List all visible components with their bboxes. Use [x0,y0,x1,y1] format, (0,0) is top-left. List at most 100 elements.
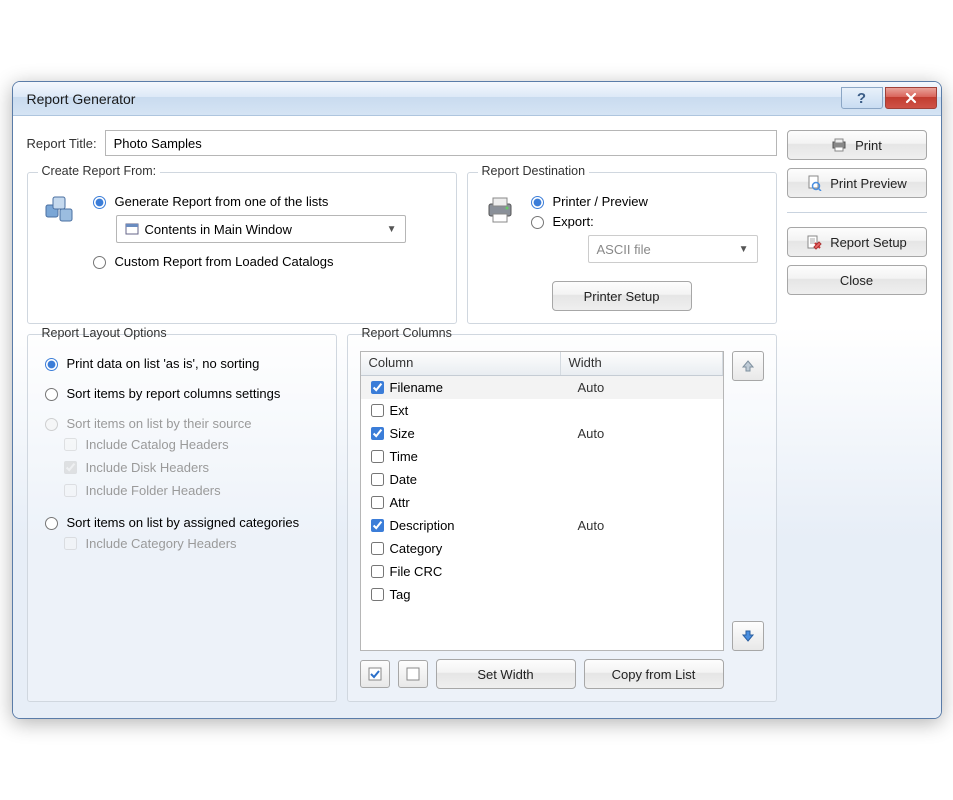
column-name: Description [390,518,578,533]
column-row[interactable]: Time [361,445,723,468]
close-window-button[interactable] [885,87,937,109]
report-destination-group: Report Destination Printer / Preview [467,172,777,324]
column-checkbox[interactable] [371,473,384,486]
column-checkbox[interactable] [371,381,384,394]
column-name: File CRC [390,564,578,579]
generate-from-list-radio[interactable] [93,196,106,209]
column-name: Ext [390,403,578,418]
chevron-down-icon: ▼ [387,224,397,235]
include-category-headers-check[interactable] [64,537,77,550]
column-row[interactable]: SizeAuto [361,422,723,445]
printer-preview-label: Printer / Preview [553,194,648,209]
separator [787,212,927,213]
custom-report-radio[interactable] [93,256,106,269]
report-title-input[interactable] [105,130,777,156]
column-checkbox[interactable] [371,404,384,417]
sort-by-source-radio[interactable] [45,418,58,431]
column-checkbox[interactable] [371,519,384,532]
custom-report-label: Custom Report from Loaded Catalogs [115,254,334,269]
help-button[interactable]: ? [841,87,883,109]
column-row[interactable]: DescriptionAuto [361,514,723,537]
sort-asis-label: Print data on list 'as is', no sorting [67,356,260,371]
column-checkbox[interactable] [371,588,384,601]
titlebar: Report Generator ? [13,82,941,116]
close-button[interactable]: Close [787,265,927,295]
catalog-icon [40,189,80,229]
report-columns-group: Report Columns Column Width FilenameAuto… [347,334,777,702]
column-name: Tag [390,587,578,602]
include-folder-headers-check[interactable] [64,484,77,497]
layout-legend: Report Layout Options [38,326,171,340]
column-row[interactable]: FilenameAuto [361,376,723,399]
column-name: Category [390,541,578,556]
column-name: Date [390,472,578,487]
column-name: Size [390,426,578,441]
sort-asis-radio[interactable] [45,358,58,371]
header-column: Column [361,352,561,375]
set-width-button[interactable]: Set Width [436,659,576,689]
column-width: Auto [578,426,717,441]
checked-box-icon [368,667,382,681]
column-width: Auto [578,380,717,395]
export-format-value: ASCII file [597,242,651,257]
printer-setup-button[interactable]: Printer Setup [552,281,692,311]
column-checkbox[interactable] [371,542,384,555]
sort-by-columns-label: Sort items by report columns settings [67,386,281,401]
list-source-dropdown[interactable]: Contents in Main Window ▼ [116,215,406,243]
report-generator-window: Report Generator ? Report Title: Create … [12,81,942,719]
columns-list[interactable]: Column Width FilenameAutoExtSizeAutoTime… [360,351,724,651]
column-name: Time [390,449,578,464]
columns-legend: Report Columns [358,326,456,340]
print-button[interactable]: Print [787,130,927,160]
print-icon [831,137,847,153]
column-row[interactable]: Tag [361,583,723,606]
close-icon [905,92,917,104]
include-catalog-headers-check[interactable] [64,438,77,451]
create-report-from-group: Create Report From: Generate Report from… [27,172,457,324]
window-title: Report Generator [27,91,839,107]
column-checkbox[interactable] [371,496,384,509]
create-from-legend: Create Report From: [38,164,161,178]
report-setup-button[interactable]: Report Setup [787,227,927,257]
preview-icon [806,175,822,191]
setup-icon [806,234,822,250]
column-row[interactable]: Category [361,537,723,560]
print-preview-button[interactable]: Print Preview [787,168,927,198]
printer-preview-radio[interactable] [531,196,544,209]
dropdown-value: Contents in Main Window [145,222,292,237]
columns-header: Column Width [361,352,723,376]
unchecked-box-icon [406,667,420,681]
report-title-label: Report Title: [27,136,97,151]
sort-by-columns-radio[interactable] [45,388,58,401]
export-format-dropdown[interactable]: ASCII file ▼ [588,235,758,263]
arrow-up-icon [741,359,755,373]
chevron-down-icon: ▼ [739,244,749,255]
sort-by-source-label: Sort items on list by their source [67,416,252,431]
window-icon [125,222,139,236]
export-label: Export: [553,214,594,229]
export-radio[interactable] [531,216,544,229]
header-width: Width [561,352,723,375]
column-row[interactable]: Date [361,468,723,491]
move-down-button[interactable] [732,621,764,651]
arrow-down-icon [741,629,755,643]
move-up-button[interactable] [732,351,764,381]
column-checkbox[interactable] [371,427,384,440]
column-width: Auto [578,518,717,533]
copy-from-list-button[interactable]: Copy from List [584,659,724,689]
destination-legend: Report Destination [478,164,590,178]
column-checkbox[interactable] [371,450,384,463]
column-row[interactable]: Attr [361,491,723,514]
uncheck-all-button[interactable] [398,660,428,688]
report-layout-group: Report Layout Options Print data on list… [27,334,337,702]
sort-by-categories-label: Sort items on list by assigned categorie… [67,515,300,530]
include-disk-headers-check[interactable] [64,461,77,474]
column-name: Filename [390,380,578,395]
column-row[interactable]: File CRC [361,560,723,583]
column-row[interactable]: Ext [361,399,723,422]
generate-from-list-label: Generate Report from one of the lists [115,194,329,209]
column-name: Attr [390,495,578,510]
column-checkbox[interactable] [371,565,384,578]
check-all-button[interactable] [360,660,390,688]
sort-by-categories-radio[interactable] [45,517,58,530]
